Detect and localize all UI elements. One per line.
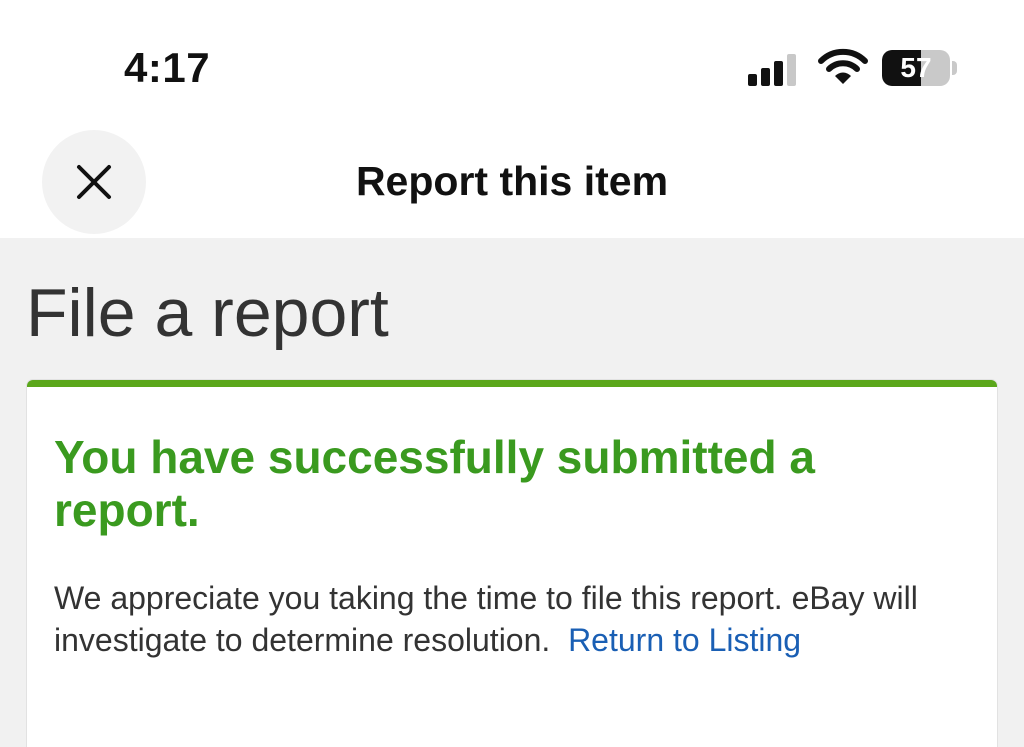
status-time: 4:17: [124, 44, 211, 91]
main-content: File a report You have successfully subm…: [0, 238, 1024, 747]
battery-body: 57: [882, 50, 950, 86]
status-bar: 4:17 57: [0, 0, 1024, 128]
header-bar: Report this item: [0, 128, 1024, 238]
page-title: File a report: [26, 275, 389, 351]
battery-icon: 57: [882, 50, 958, 86]
return-to-listing-link[interactable]: Return to Listing: [568, 622, 801, 658]
app-screen: 4:17 57 Report this item File a report Y…: [0, 0, 1024, 747]
success-message: We appreciate you taking the time to fil…: [54, 577, 974, 661]
success-card: You have successfully submitted a report…: [27, 380, 997, 747]
signal-icon: [748, 54, 796, 86]
wifi-icon: [818, 48, 868, 84]
battery-cap: [952, 61, 957, 75]
success-heading: You have successfully submitted a report…: [54, 431, 815, 536]
header-title: Report this item: [355, 158, 669, 204]
battery-level: 57: [900, 52, 932, 83]
